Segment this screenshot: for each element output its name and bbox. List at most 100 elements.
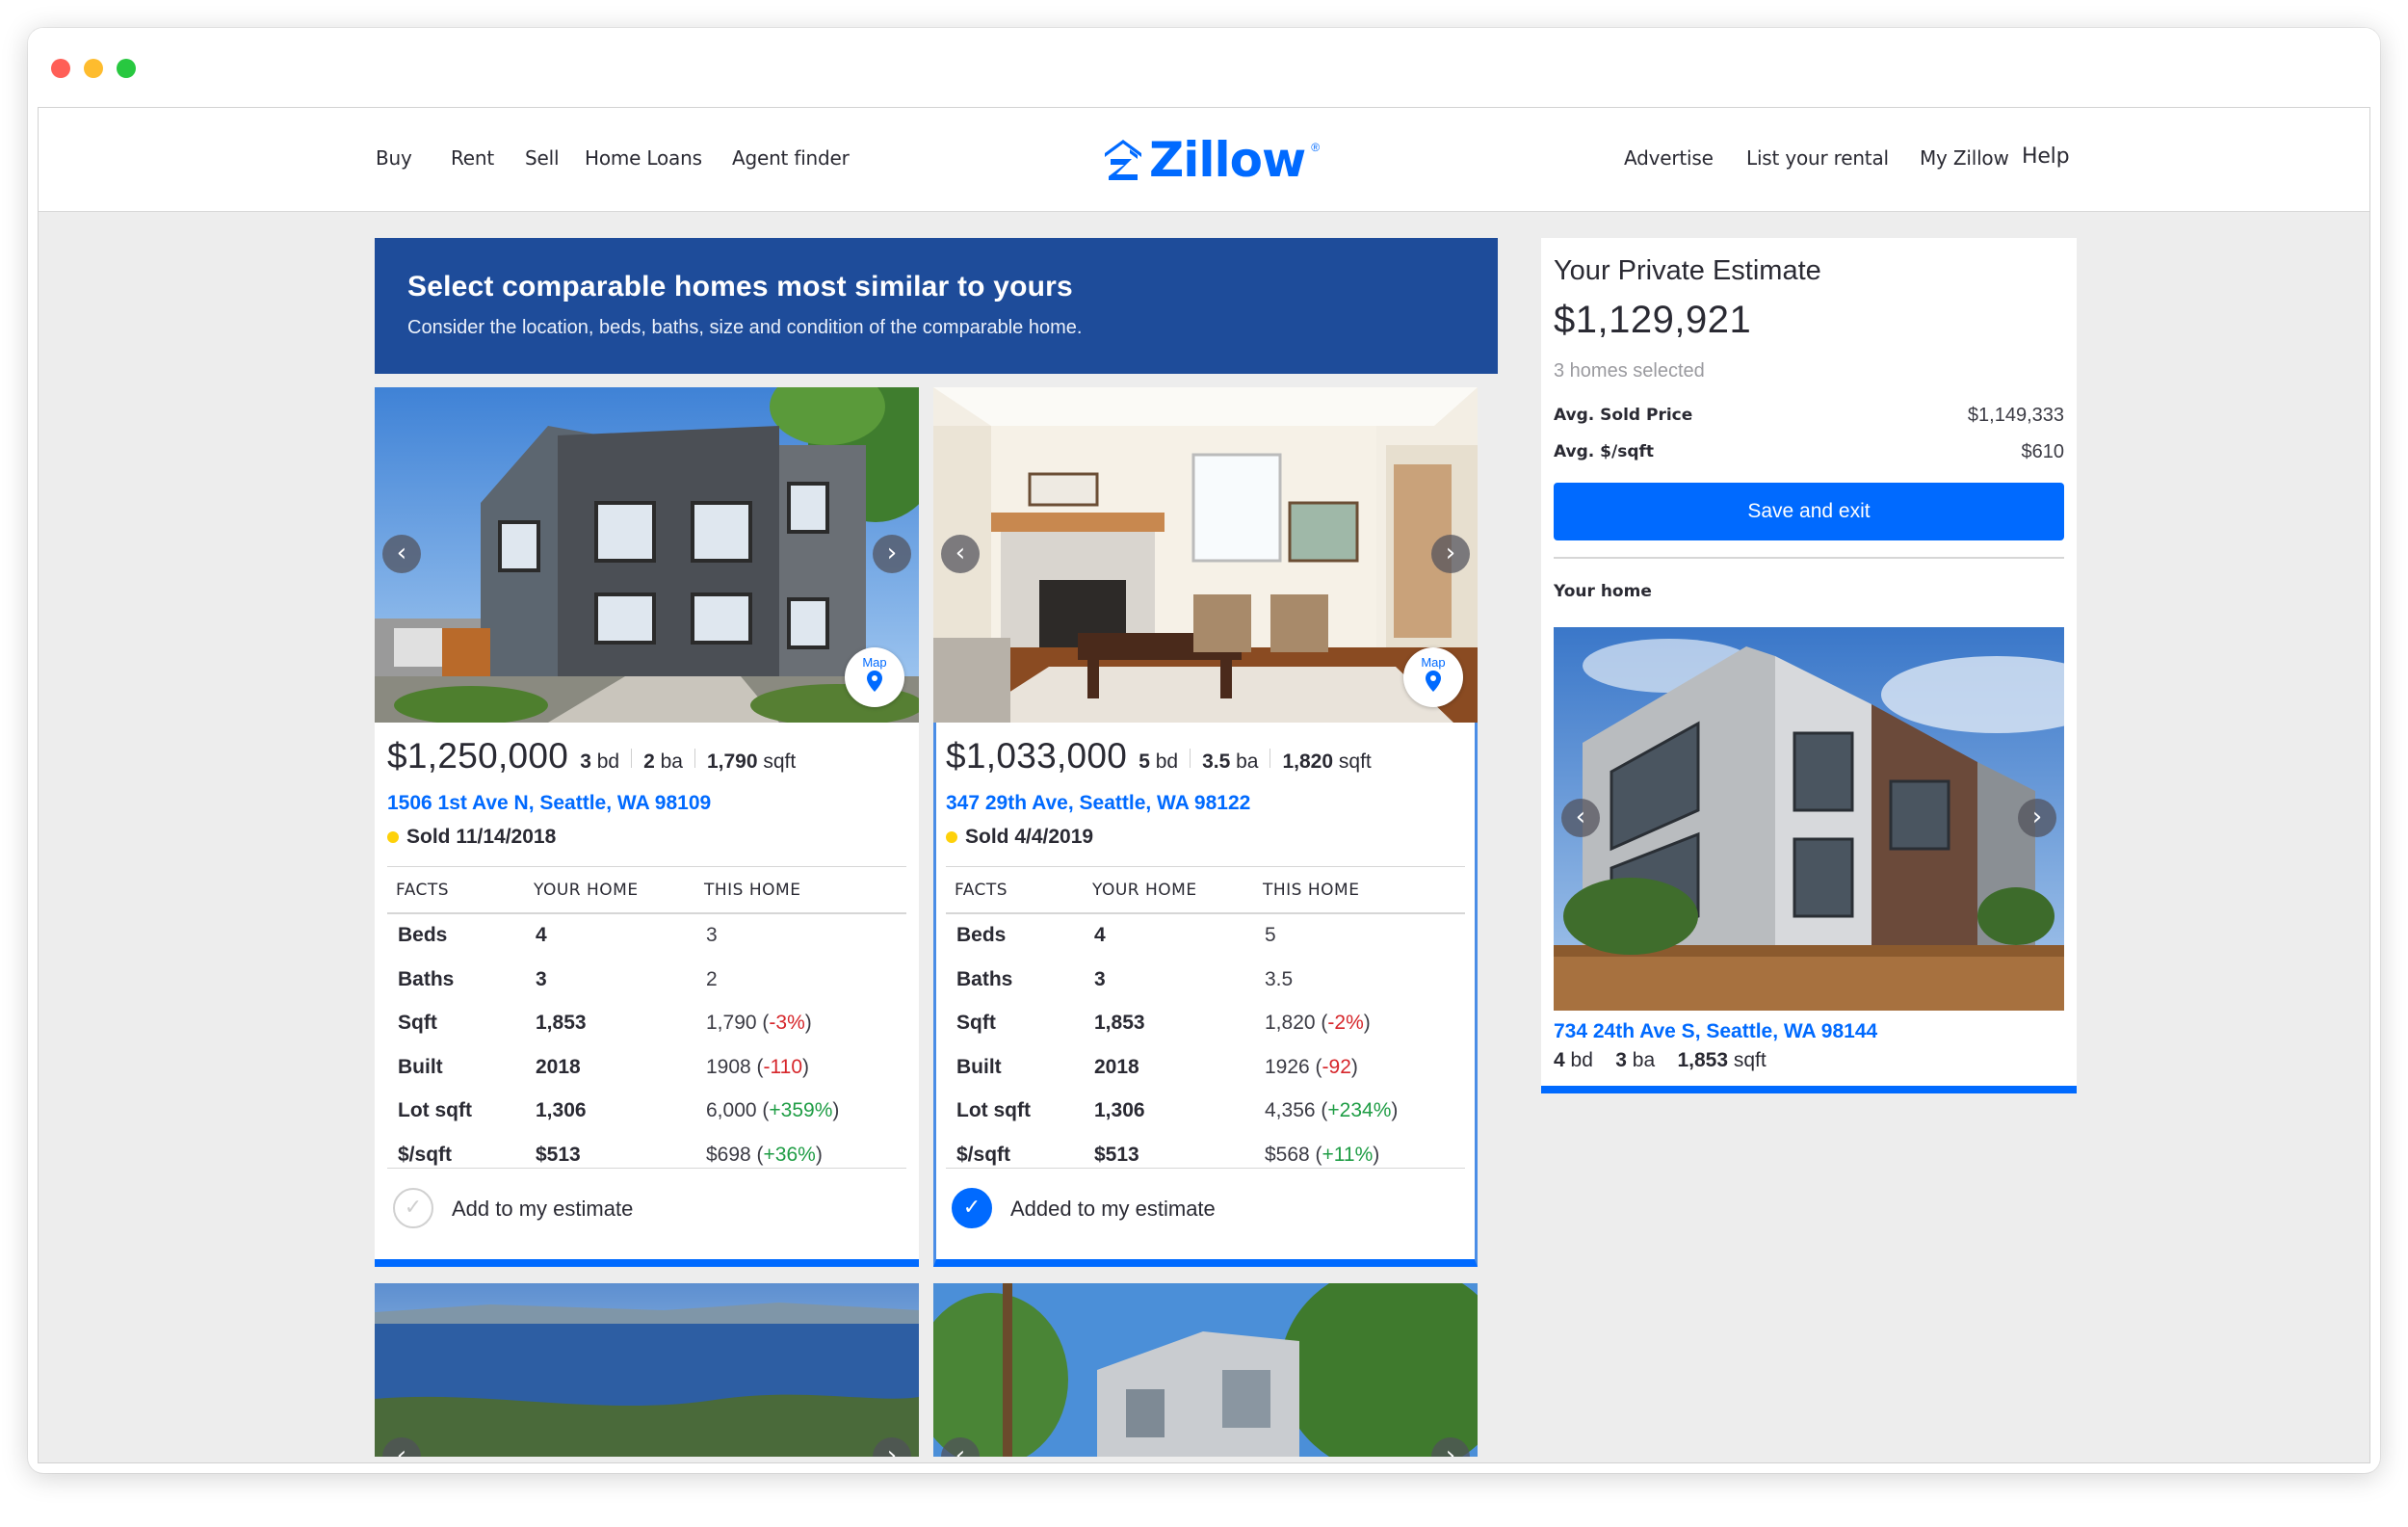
estimate-toggle-row[interactable]: ✓ Added to my estimate — [946, 1168, 1465, 1243]
home-address-link[interactable]: 1506 1st Ave N, Seattle, WA 98109 — [387, 792, 711, 815]
site-header: Buy Rent Sell Home Loans Agent finder Zi… — [39, 108, 2369, 212]
facts-rows: Beds 4 5 Baths 3 3.5 Sqft 1,853 1,820 (-2%) Built… — [946, 914, 1465, 1177]
avg-price-per-sqft-row: Avg. $/sqft $610 — [1554, 441, 2064, 462]
fact-value: 5 — [1265, 924, 1276, 946]
nav-buy[interactable]: Buy — [376, 146, 412, 170]
window-titlebar — [28, 28, 2380, 107]
maximize-window-button[interactable] — [117, 59, 136, 78]
banner-title: Select comparable homes most similar to … — [407, 271, 1073, 303]
fact-your-home-value: 2018 — [1094, 1055, 1139, 1078]
avg-sold-price-value: $1,149,333 — [1967, 405, 2064, 426]
fact-label: Baths — [956, 967, 1013, 990]
chevron-right-icon[interactable]: › — [873, 535, 911, 573]
fact-value: 2 — [706, 967, 718, 990]
map-button[interactable]: Map — [1403, 647, 1463, 707]
fact-this-home-value: 2 — [706, 968, 718, 991]
your-home-photo[interactable]: ‹ › — [1554, 627, 2064, 1011]
fact-your-home-value: $513 — [1094, 1143, 1139, 1166]
sold-price: $1,033,000 — [946, 736, 1128, 776]
panel-divider — [1554, 557, 2064, 559]
fact-this-home-value: 3.5 — [1265, 968, 1293, 991]
fact-label: Built — [398, 1055, 443, 1078]
this-home-column-header: THIS HOME — [704, 881, 801, 900]
fact-this-home-value: $698 (+36%) — [706, 1143, 823, 1166]
sqft-stat: 1,790 sqft — [706, 750, 797, 773]
chevron-left-icon[interactable]: ‹ — [941, 535, 980, 573]
home-address-link[interactable]: 347 29th Ave, Seattle, WA 98122 — [946, 792, 1250, 815]
fact-row: Beds 4 5 — [946, 914, 1465, 959]
save-and-exit-button[interactable]: Save and exit — [1554, 483, 2064, 540]
townhouse-exterior-photo — [375, 387, 919, 723]
living-room-photo — [933, 387, 1478, 723]
your-home-exterior-photo — [1554, 627, 2064, 1011]
nav-my-zillow[interactable]: My Zillow — [1920, 146, 2009, 170]
fact-delta: -92 — [1322, 1055, 1351, 1078]
sold-status: Sold 11/14/2018 — [387, 826, 556, 849]
fact-your-home-value: 3 — [536, 967, 547, 990]
comparable-home-card-partial: ‹ › — [375, 1283, 919, 1457]
nav-list-rental[interactable]: List your rental — [1746, 146, 1889, 170]
chevron-left-icon[interactable]: ‹ — [382, 535, 421, 573]
baths-unit: ba — [1632, 1049, 1656, 1071]
added-to-estimate-checkbox[interactable]: ✓ — [952, 1188, 992, 1228]
facts-header-row: FACTS YOUR HOME THIS HOME — [387, 867, 906, 914]
fact-this-home-value: 1926 (-92) — [1265, 1055, 1358, 1078]
nav-help[interactable]: Help — [2022, 145, 2070, 169]
chevron-left-icon[interactable]: ‹ — [1561, 799, 1600, 837]
price-row: $1,033,000 5 bd 3.5 ba 1,820 sqft — [946, 736, 1372, 777]
facts-column-header: FACTS — [396, 881, 450, 900]
fact-label: Lot sqft — [956, 1099, 1031, 1121]
fact-row: Baths 3 3.5 — [946, 959, 1465, 1003]
your-home-address-link[interactable]: 734 24th Ave S, Seattle, WA 98144 — [1554, 1020, 1877, 1043]
map-pin-icon — [1426, 671, 1441, 692]
fact-row: Built 2018 1926 (-92) — [946, 1046, 1465, 1091]
add-to-estimate-checkbox[interactable]: ✓ — [393, 1188, 433, 1228]
nav-home-loans[interactable]: Home Loans — [585, 146, 702, 170]
beds-stat: 3 bd — [580, 750, 620, 773]
stat-divider — [1269, 749, 1271, 768]
fact-label: $/sqft — [398, 1143, 453, 1166]
fact-this-home-value: 4,356 (+234%) — [1265, 1099, 1399, 1121]
nav-advertise[interactable]: Advertise — [1624, 146, 1714, 170]
minimize-window-button[interactable] — [84, 59, 103, 78]
nav-agent-finder[interactable]: Agent finder — [732, 146, 850, 170]
chevron-right-icon[interactable]: › — [2018, 799, 2056, 837]
chevron-right-icon[interactable]: › — [1431, 535, 1470, 573]
map-button[interactable]: Map — [845, 647, 904, 707]
fact-this-home-value: 1908 (-110) — [706, 1055, 810, 1078]
facts-rows: Beds 4 3 Baths 3 2 Sqft 1,853 1,790 (-3%) Built 20… — [387, 914, 906, 1177]
close-window-button[interactable] — [51, 59, 70, 78]
lake-view-photo[interactable] — [375, 1283, 919, 1457]
fact-delta: +359% — [769, 1099, 833, 1121]
sold-status-dot-icon — [387, 831, 399, 843]
fact-value: 1926 — [1265, 1055, 1310, 1078]
private-estimate-panel: Your Private Estimate $1,129,921 3 homes… — [1541, 238, 2077, 1093]
stat-divider — [1190, 749, 1191, 768]
beds-unit: bd — [1570, 1049, 1593, 1071]
fact-value: 4,356 — [1265, 1099, 1316, 1121]
estimate-toggle-row[interactable]: ✓ Add to my estimate — [387, 1168, 906, 1243]
home-photo[interactable]: ‹ › Map — [375, 387, 919, 723]
fact-delta: +11% — [1322, 1143, 1374, 1166]
fact-row: Sqft 1,853 1,790 (-3%) — [387, 1002, 906, 1046]
sold-date: Sold 11/14/2018 — [406, 826, 557, 848]
price-row: $1,250,000 3 bd 2 ba 1,790 sqft — [387, 736, 796, 777]
comparable-home-card: ‹ › Map $1,250,000 3 bd 2 ba 1,790 sqft … — [375, 387, 919, 1267]
zillow-wordmark: Zillow — [1149, 132, 1306, 188]
home-photo[interactable]: ‹ › Map — [933, 387, 1478, 723]
add-to-estimate-label[interactable]: Add to my estimate — [452, 1197, 633, 1222]
avg-sold-price-label: Avg. Sold Price — [1554, 406, 1693, 425]
map-label: Map — [1421, 655, 1446, 670]
your-home-label: Your home — [1554, 582, 1652, 601]
map-pin-icon — [867, 671, 882, 692]
nav-sell[interactable]: Sell — [525, 146, 560, 170]
fact-value: $698 — [706, 1143, 751, 1166]
fact-delta: -3% — [769, 1012, 805, 1034]
banner-subtitle: Consider the location, beds, baths, size… — [407, 317, 1083, 338]
your-home-baths: 3 — [1615, 1049, 1627, 1071]
modern-house-photo[interactable] — [933, 1283, 1478, 1457]
facts-column-header: FACTS — [955, 881, 1008, 900]
nav-rent[interactable]: Rent — [451, 146, 494, 170]
fact-your-home-value: 1,853 — [536, 1012, 587, 1034]
zillow-logo[interactable]: Zillow ® — [1103, 133, 1320, 187]
